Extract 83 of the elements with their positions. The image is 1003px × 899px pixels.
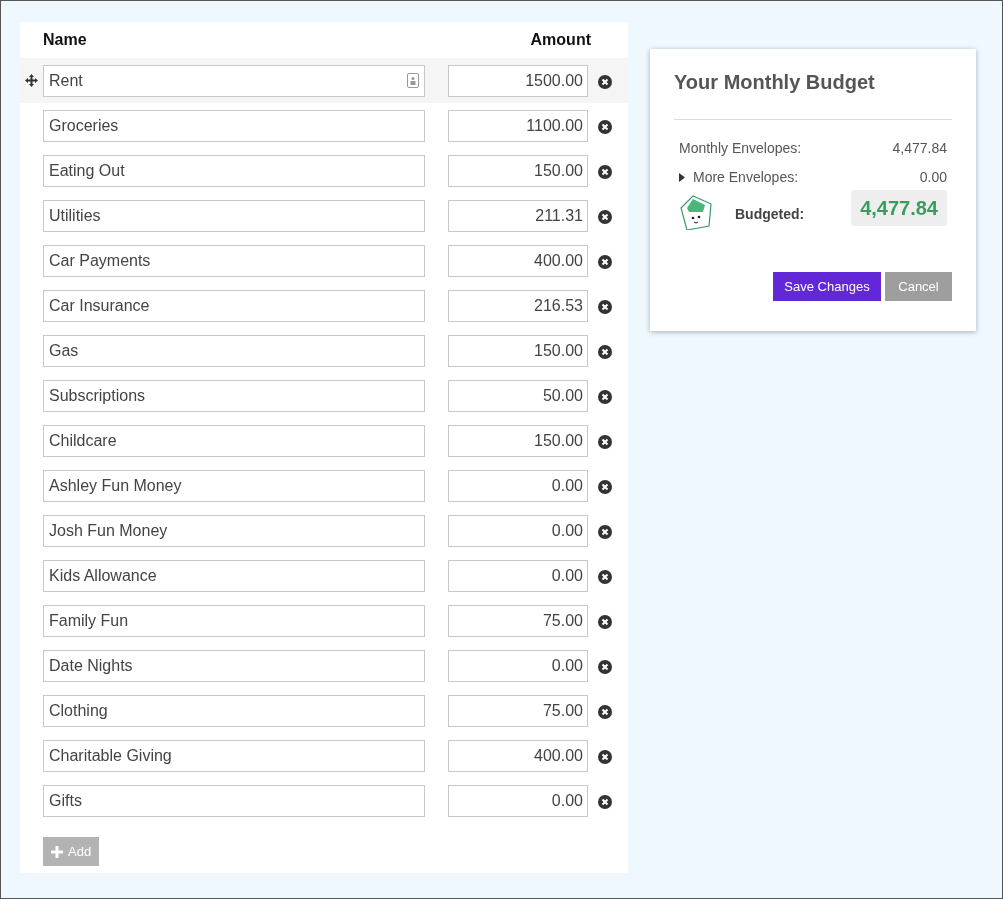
remove-icon[interactable] [598,615,612,629]
amount-field[interactable]: 0.00 [448,784,588,817]
amount-field[interactable]: 0.00 [448,649,588,682]
move-handle-icon[interactable] [25,74,38,87]
remove-icon[interactable] [598,165,612,179]
remove-icon[interactable] [598,390,612,404]
name-field[interactable]: Subscriptions [43,379,425,412]
envelope-row[interactable]: Car Payments 400.00 [20,238,628,283]
remove-icon[interactable] [598,210,612,224]
name-field[interactable]: Gifts [43,784,425,817]
amount-field[interactable]: 75.00 [448,694,588,727]
column-header: Amount [529,30,591,50]
envelope-row[interactable]: Gas 150.00 [20,328,628,373]
envelope-row[interactable]: Subscriptions 50.00 [20,373,628,418]
name-field[interactable]: Gas [43,334,425,367]
save-button[interactable]: Save Changes [773,272,881,301]
remove-icon[interactable] [598,75,612,89]
remove-icon[interactable] [598,300,612,314]
envelope-row[interactable]: Car Insurance 216.53 [20,283,628,328]
amount-field[interactable]: 0.00 [448,559,588,592]
amount-field[interactable]: 150.00 [448,424,588,457]
budgeted-total: 4,477.84 [851,190,947,226]
amount-field[interactable]: 150.00 [448,154,588,187]
name-field[interactable]: Clothing [43,694,425,727]
remove-icon[interactable] [598,480,612,494]
amount-field[interactable]: 0.00 [448,514,588,547]
name-field[interactable]: Groceries [43,109,425,142]
name-field[interactable]: Kids Allowance [43,559,425,592]
remove-icon[interactable] [598,435,612,449]
more-envelopes-toggle[interactable]: More Envelopes: [679,167,799,188]
name-field[interactable]: Family Fun [43,604,425,637]
name-field[interactable]: Rent [43,64,425,97]
remove-icon[interactable] [598,345,612,359]
remove-icon[interactable] [598,750,612,764]
envelope-row[interactable]: Josh Fun Money 0.00 [20,508,628,553]
amount-field[interactable]: 1500.00 [448,64,588,97]
remove-icon[interactable] [598,705,612,719]
summary-value: 4,477.84 [892,139,947,158]
summary-label: Monthly Envelopes: [679,139,802,158]
amount-field[interactable]: 400.00 [448,739,588,772]
remove-icon[interactable] [598,660,612,674]
amount-field[interactable]: 1100.00 [448,109,588,142]
amount-field[interactable]: 216.53 [448,289,588,322]
amount-field[interactable]: 211.31 [448,199,588,232]
envelope-row[interactable]: Gifts 0.00 [20,778,628,823]
remove-icon[interactable] [598,255,612,269]
amount-field[interactable]: 50.00 [448,379,588,412]
contact-card-icon [407,73,419,88]
remove-icon[interactable] [598,525,612,539]
envelope-row[interactable]: Eating Out 150.00 [20,148,628,193]
remove-icon[interactable] [598,795,612,809]
name-field[interactable]: Eating Out [43,154,425,187]
name-field[interactable]: Car Payments [43,244,425,277]
plus-icon [51,845,63,858]
envelope-row[interactable]: Kids Allowance 0.00 [20,553,628,598]
name-field[interactable]: Charitable Giving [43,739,425,772]
remove-icon[interactable] [598,120,612,134]
envelope-row[interactable]: Charitable Giving 400.00 [20,733,628,778]
envelope-row[interactable]: Clothing 75.00 [20,688,628,733]
budgeted-label: Budgeted: [735,204,806,224]
amount-field[interactable]: 0.00 [448,469,588,502]
envelope-row[interactable]: Childcare 150.00 [20,418,628,463]
envelope-row[interactable]: Groceries 1100.00 [20,103,628,148]
summary-value: 0.00 [919,168,947,187]
card-title: Your Monthly Budget [674,70,876,95]
remove-icon[interactable] [598,570,612,584]
name-field[interactable]: Utilities [43,199,425,232]
name-field[interactable]: Car Insurance [43,289,425,322]
caret-right-icon [679,173,685,182]
amount-field[interactable]: 400.00 [448,244,588,277]
name-field[interactable]: Josh Fun Money [43,514,425,547]
envelope-mascot-icon [679,194,713,230]
name-field[interactable]: Ashley Fun Money [43,469,425,502]
envelope-row[interactable]: Ashley Fun Money 0.00 [20,463,628,508]
amount-field[interactable]: 150.00 [448,334,588,367]
name-field[interactable]: Childcare [43,424,425,457]
amount-field[interactable]: 75.00 [448,604,588,637]
envelope-row[interactable]: Date Nights 0.00 [20,643,628,688]
envelope-row[interactable]: Family Fun 75.00 [20,598,628,643]
envelope-row[interactable]: Utilities 211.31 [20,193,628,238]
name-field[interactable]: Date Nights [43,649,425,682]
envelope-row[interactable]: Rent 1500.00 [20,58,628,103]
column-header: Name [43,30,88,50]
